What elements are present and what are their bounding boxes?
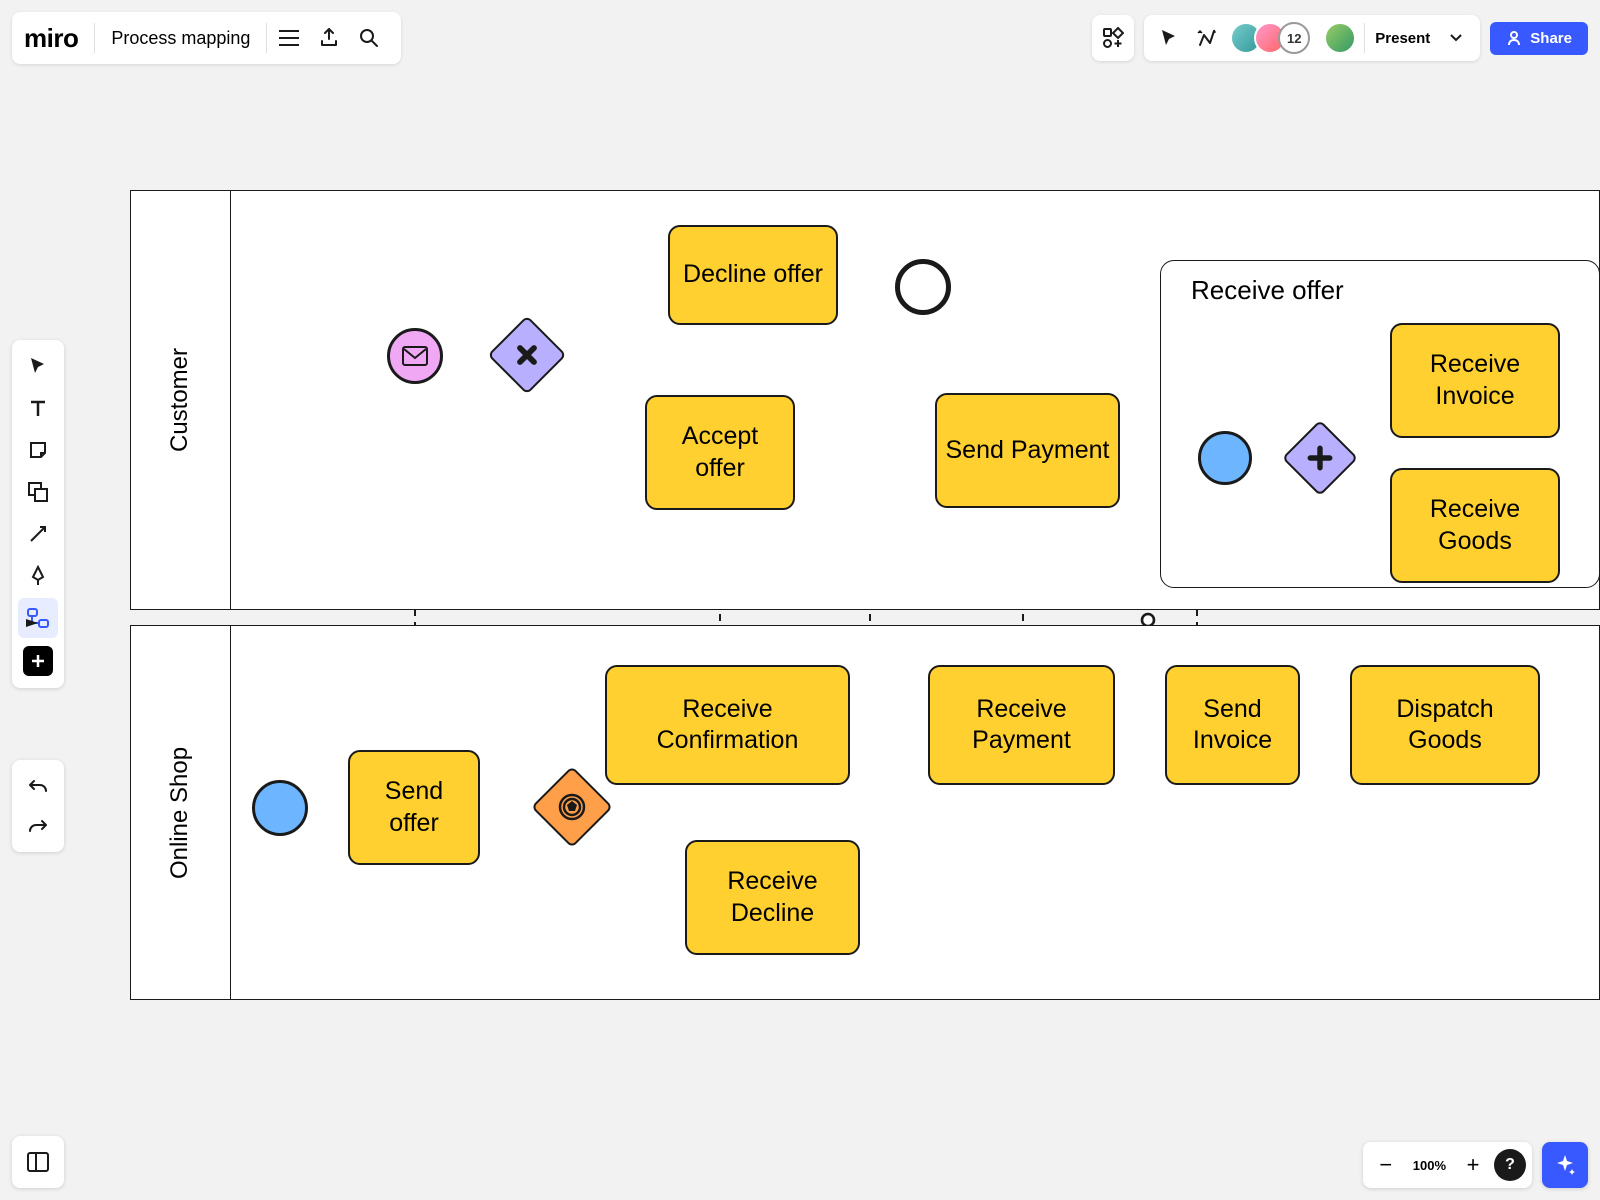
task-receive-goods[interactable]: Receive Goods <box>1390 468 1560 583</box>
zoom-control: − 100% + ? <box>1363 1142 1532 1188</box>
canvas[interactable]: Customer Online Shop Decline offer Accep… <box>0 0 1600 1200</box>
history-palette <box>12 760 64 852</box>
person-add-icon <box>1506 30 1522 46</box>
text-tool-icon[interactable] <box>18 388 58 428</box>
collaborator-avatars[interactable]: 12 <box>1230 22 1310 54</box>
event-start-subprocess[interactable] <box>1198 431 1252 485</box>
redo-icon[interactable] <box>18 806 58 846</box>
collab-chip: 12 Present <box>1144 15 1480 61</box>
search-icon[interactable] <box>349 18 389 58</box>
zoom-in-button[interactable]: + <box>1456 1148 1490 1182</box>
avatar-me[interactable] <box>1324 22 1356 54</box>
cursor-icon[interactable] <box>1154 18 1184 58</box>
lane-label-shop: Online Shop <box>131 626 231 999</box>
select-tool-icon[interactable] <box>18 346 58 386</box>
pentagon-icon <box>557 792 587 822</box>
envelope-icon <box>402 346 428 366</box>
hamburger-menu-icon[interactable] <box>269 18 309 58</box>
undo-icon[interactable] <box>18 766 58 806</box>
sparkle-icon <box>1553 1153 1577 1177</box>
x-icon <box>513 341 541 369</box>
pool-customer[interactable]: Customer <box>130 190 1600 610</box>
present-button[interactable]: Present <box>1364 23 1434 53</box>
connectors-layer <box>0 0 1600 1200</box>
event-message-start[interactable] <box>387 328 443 384</box>
add-tool-icon[interactable] <box>23 646 53 676</box>
avatar-overflow-count[interactable]: 12 <box>1278 22 1310 54</box>
chevron-down-icon <box>1450 34 1462 42</box>
task-receive-invoice[interactable]: Receive Invoice <box>1390 323 1560 438</box>
topbar-right: 12 Present Share <box>1092 15 1588 61</box>
subprocess-receive-offer[interactable]: Receive offer <box>1160 260 1600 588</box>
topbar-left: miro Process mapping <box>12 12 401 64</box>
board-title[interactable]: Process mapping <box>97 28 264 49</box>
frames-panel-toggle-icon[interactable] <box>12 1136 64 1188</box>
zoom-out-button[interactable]: − <box>1369 1148 1403 1182</box>
topbar: miro Process mapping <box>12 12 1588 64</box>
apps-button[interactable] <box>1092 15 1134 61</box>
export-icon[interactable] <box>309 18 349 58</box>
event-end-decline[interactable] <box>895 259 951 315</box>
pen-tool-icon[interactable] <box>18 556 58 596</box>
event-start-shop[interactable] <box>252 780 308 836</box>
lane-label-customer: Customer <box>131 191 231 609</box>
task-receive-decline[interactable]: Receive Decline <box>685 840 860 955</box>
sticky-note-tool-icon[interactable] <box>18 430 58 470</box>
gateway-parallel-subprocess[interactable] <box>1293 431 1347 485</box>
gateway-event-based[interactable] <box>543 778 601 836</box>
bottom-right-controls: − 100% + ? <box>1363 1142 1588 1188</box>
task-send-offer[interactable]: Send offer <box>348 750 480 865</box>
tool-palette <box>12 340 64 688</box>
subprocess-title: Receive offer <box>1191 275 1344 306</box>
share-button[interactable]: Share <box>1490 22 1588 55</box>
task-receive-payment[interactable]: Receive Payment <box>928 665 1115 785</box>
zoom-value[interactable]: 100% <box>1407 1158 1452 1173</box>
help-button[interactable]: ? <box>1494 1149 1526 1181</box>
pool-online-shop[interactable]: Online Shop <box>130 625 1600 1000</box>
plus-gear-icon <box>1307 445 1333 471</box>
apps-icon <box>1102 27 1124 49</box>
gateway-exclusive-customer[interactable] <box>499 327 555 383</box>
task-accept-offer[interactable]: Accept offer <box>645 395 795 510</box>
task-dispatch-goods[interactable]: Dispatch Goods <box>1350 665 1540 785</box>
bpmn-tool-icon[interactable] <box>18 598 58 638</box>
connector-tool-icon[interactable] <box>18 514 58 554</box>
task-send-payment[interactable]: Send Payment <box>935 393 1120 508</box>
ai-assist-button[interactable] <box>1542 1142 1588 1188</box>
shape-tool-icon[interactable] <box>18 472 58 512</box>
present-dropdown[interactable] <box>1442 34 1470 42</box>
reactions-icon[interactable] <box>1192 18 1222 58</box>
task-receive-confirmation[interactable]: Receive Confirmation <box>605 665 850 785</box>
divider <box>266 23 267 53</box>
app-logo[interactable]: miro <box>24 23 92 54</box>
task-decline-offer[interactable]: Decline offer <box>668 225 838 325</box>
divider <box>94 23 95 53</box>
task-send-invoice[interactable]: Send Invoice <box>1165 665 1300 785</box>
